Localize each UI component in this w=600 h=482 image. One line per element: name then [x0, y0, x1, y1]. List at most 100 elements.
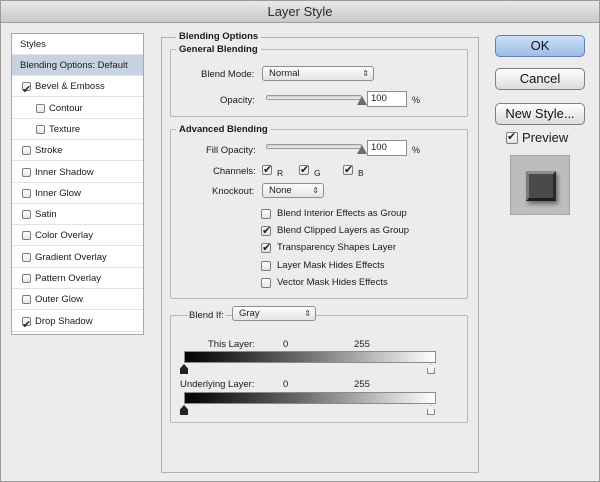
window-title: Layer Style — [1, 1, 599, 23]
knockout-value: None — [269, 185, 292, 196]
styles-item[interactable]: Satin — [12, 204, 143, 226]
styles-item-checkbox[interactable] — [36, 124, 45, 134]
advanced-option-checkbox[interactable] — [261, 224, 271, 237]
updown-arrows-icon: ⇕ — [362, 69, 369, 78]
styles-item-label: Outer Glow — [35, 294, 84, 306]
styles-item[interactable]: Texture — [12, 119, 143, 140]
underlying-layer-max: 255 — [354, 379, 370, 390]
fill-opacity-input[interactable]: 100 — [367, 140, 407, 156]
styles-item-label: Contour — [49, 102, 83, 114]
this-layer-max: 255 — [354, 339, 370, 350]
styles-item-label: Bevel & Emboss — [35, 81, 105, 93]
blending-options-title: Blending Options — [176, 31, 262, 42]
styles-item[interactable]: Drop Shadow — [12, 311, 143, 335]
styles-item[interactable]: Pattern Overlay — [12, 268, 143, 289]
channel-checkbox[interactable] — [262, 163, 272, 176]
advanced-option-label: Blend Interior Effects as Group — [277, 208, 407, 219]
styles-item-label: Satin — [35, 209, 57, 221]
styles-item-label: Pattern Overlay — [35, 273, 101, 284]
styles-item[interactable]: Blending Options: Default — [12, 55, 143, 76]
styles-item-label: Blending Options: Default — [20, 60, 128, 71]
advanced-option-label: Layer Mask Hides Effects — [277, 259, 385, 271]
advanced-blending-title: Advanced Blending — [176, 124, 271, 135]
styles-item-checkbox[interactable] — [22, 274, 31, 283]
channel-checkbox[interactable] — [299, 163, 309, 176]
styles-item[interactable]: Bevel & Emboss — [12, 76, 143, 100]
styles-item-checkbox[interactable] — [36, 103, 45, 113]
opacity-input[interactable]: 100 — [367, 91, 407, 107]
ok-button[interactable]: OK — [495, 35, 585, 57]
knockout-select[interactable]: None ⇕ — [262, 183, 324, 198]
channel-label: R — [277, 168, 284, 178]
preview-checkbox[interactable] — [506, 130, 518, 144]
styles-item-checkbox[interactable] — [22, 146, 31, 156]
styles-item-label: Gradient Overlay — [35, 251, 107, 263]
channels-label: Channels: — [213, 166, 256, 177]
updown-arrows-icon: ⇕ — [304, 309, 311, 318]
styles-header[interactable]: Styles — [12, 34, 143, 55]
opacity-label: Opacity: — [220, 95, 255, 106]
styles-item-label: Stroke — [35, 145, 63, 157]
styles-item[interactable]: Stroke — [12, 140, 143, 162]
styles-item-checkbox[interactable] — [22, 231, 31, 241]
styles-item-checkbox[interactable] — [22, 252, 31, 262]
fill-opacity-slider-thumb[interactable] — [357, 145, 367, 154]
underlying-layer-label: Underlying Layer: — [180, 379, 255, 390]
blend-if-select[interactable]: Gray ⇕ — [232, 306, 316, 321]
styles-item-checkbox[interactable] — [22, 188, 31, 198]
style-preview-thumbnail — [510, 155, 570, 215]
preview-swatch — [526, 171, 556, 201]
styles-item-checkbox[interactable] — [22, 295, 31, 305]
knockout-label: Knockout: — [212, 186, 255, 197]
this-layer-label: This Layer: — [208, 339, 255, 350]
opacity-slider-thumb[interactable] — [357, 96, 367, 105]
styles-item[interactable]: Gradient Overlay — [12, 247, 143, 268]
advanced-option-label: Vector Mask Hides Effects — [277, 276, 388, 288]
channel-label: G — [314, 168, 321, 178]
layer-style-dialog: Layer Style Styles Blending Options: Def… — [0, 0, 600, 482]
advanced-option-label: Transparency Shapes Layer — [277, 242, 396, 254]
styles-item[interactable]: Outer Glow — [12, 289, 143, 311]
this-layer-gradient-bar — [184, 351, 436, 363]
preview-label: Preview — [522, 130, 569, 145]
blend-if-label: Blend If: — [187, 310, 226, 321]
this-layer-min: 0 — [283, 339, 289, 350]
blend-mode-value: Normal — [269, 68, 300, 79]
styles-item-checkbox[interactable] — [22, 210, 31, 220]
advanced-option-checkbox[interactable] — [261, 209, 271, 219]
underlying-layer-gradient-bar — [184, 392, 436, 404]
styles-item[interactable]: Inner Glow — [12, 183, 143, 204]
fill-opacity-unit: % — [412, 145, 421, 155]
fill-opacity-slider[interactable] — [266, 144, 362, 149]
cancel-button[interactable]: Cancel — [495, 68, 585, 90]
styles-item-label: Inner Glow — [35, 187, 81, 199]
styles-item-label: Texture — [49, 123, 81, 135]
channel-checkbox[interactable] — [343, 163, 353, 176]
check-icon[interactable] — [22, 314, 31, 335]
styles-item[interactable]: Contour — [12, 98, 143, 119]
blend-if-value: Gray — [239, 308, 260, 319]
styles-item-label: Color Overlay — [35, 230, 94, 242]
styles-item-checkbox[interactable] — [22, 167, 31, 177]
opacity-unit: % — [412, 95, 421, 105]
opacity-slider[interactable] — [266, 95, 362, 100]
advanced-option-label: Blend Clipped Layers as Group — [277, 225, 410, 237]
check-icon[interactable] — [22, 79, 31, 100]
blend-mode-select[interactable]: Normal ⇕ — [262, 66, 374, 81]
underlying-layer-min: 0 — [283, 379, 289, 390]
advanced-option-checkbox[interactable] — [261, 260, 271, 271]
general-blending-title: General Blending — [176, 44, 261, 55]
styles-list: Styles Blending Options: Default Bevel & … — [11, 33, 144, 335]
channel-label: B — [358, 168, 364, 178]
fill-opacity-label: Fill Opacity: — [206, 145, 256, 156]
styles-item-label: Drop Shadow — [35, 315, 93, 327]
advanced-option-checkbox[interactable] — [261, 277, 271, 288]
new-style-button[interactable]: New Style... — [495, 103, 585, 125]
general-blending-group — [170, 49, 468, 117]
blend-if-group — [170, 315, 468, 423]
styles-item[interactable]: Inner Shadow — [12, 162, 143, 183]
styles-item-label: Inner Shadow — [35, 166, 94, 178]
updown-arrows-icon: ⇕ — [312, 186, 319, 195]
advanced-option-checkbox[interactable] — [261, 241, 271, 254]
styles-item[interactable]: Color Overlay — [12, 225, 143, 247]
